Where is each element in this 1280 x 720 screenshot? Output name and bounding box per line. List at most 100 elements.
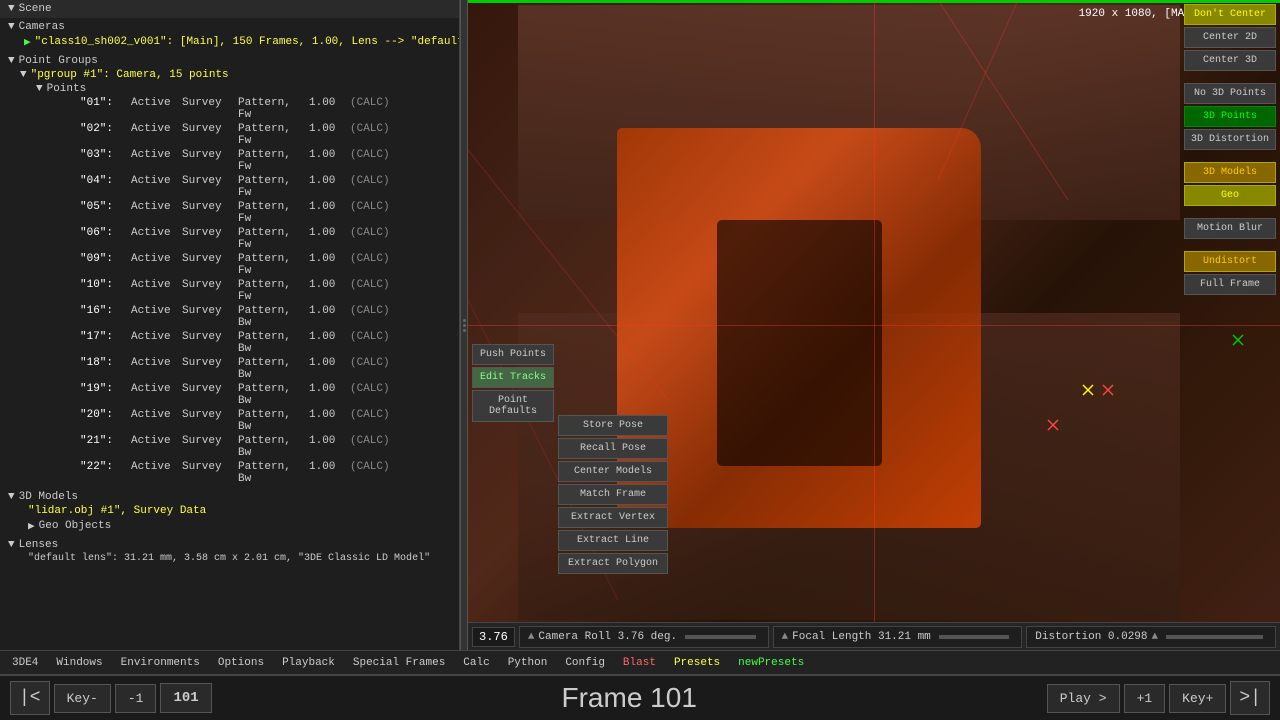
menu-item-calc[interactable]: Calc — [455, 655, 497, 671]
menu-item-blast[interactable]: Blast — [615, 655, 664, 671]
full-frame-button[interactable]: Full Frame — [1184, 274, 1276, 295]
point-row[interactable]: "03": Active Survey Pattern, Fw 1.00 (CA… — [0, 148, 459, 174]
camera-roll-slider[interactable] — [685, 635, 756, 639]
pgroup-arrow: ▼ — [20, 69, 27, 81]
focal-length-slider[interactable] — [939, 635, 1010, 639]
models-3d-section: ▼ 3D Models "lidar.obj #1", Survey Data … — [0, 488, 459, 536]
models-3d-label: 3D Models — [19, 491, 78, 503]
models-3d-group[interactable]: ▼ 3D Models — [0, 490, 459, 504]
distortion-segment[interactable]: Distortion 0.0298 ▲ — [1026, 626, 1276, 648]
lens-entry-text: "default lens": 31.21 mm, 3.58 cm x 2.01… — [28, 553, 430, 564]
geo-objects-entry[interactable]: ▶ Geo Objects — [0, 518, 459, 534]
frame-number-display[interactable]: 101 — [160, 683, 211, 713]
transport-center: Frame 101 — [212, 682, 1047, 714]
scene-collapse-icon[interactable]: ▼ — [8, 3, 15, 15]
menu-item-presets[interactable]: Presets — [666, 655, 728, 671]
menu-bar: 3DE4WindowsEnvironmentsOptionsPlaybackSp… — [0, 650, 1280, 674]
point-row[interactable]: "04": Active Survey Pattern, Fw 1.00 (CA… — [0, 174, 459, 200]
transport-right: Play > +1 Key+ >| — [1047, 681, 1270, 715]
geo-objects-label: Geo Objects — [39, 520, 112, 532]
point-groups-group[interactable]: ▼ Point Groups — [0, 54, 459, 68]
points-group[interactable]: ▼ Points — [0, 82, 459, 96]
right-toolbar: Don't Center Center 2D Center 3D No 3D P… — [1180, 0, 1280, 650]
pgroup-entry-text: "pgroup #1": Camera, 15 points — [31, 69, 229, 81]
panel-divider[interactable] — [460, 0, 468, 650]
recall-pose-button[interactable]: Recall Pose — [558, 438, 668, 459]
push-points-button[interactable]: Push Points — [472, 344, 554, 365]
point-row[interactable]: "18": Active Survey Pattern, Bw 1.00 (CA… — [0, 356, 459, 382]
distortion-label: Distortion 0.0298 — [1035, 631, 1147, 643]
transport-left: |< Key- -1 101 — [10, 681, 212, 715]
prev-key-button[interactable]: Key- — [54, 684, 111, 713]
point-row[interactable]: "05": Active Survey Pattern, Fw 1.00 (CA… — [0, 200, 459, 226]
store-pose-button[interactable]: Store Pose — [558, 415, 668, 436]
extract-vertex-button[interactable]: Extract Vertex — [558, 507, 668, 528]
left-viewport-toolbar: Push Points Edit Tracks Point Defaults — [468, 340, 558, 426]
cameras-label: Cameras — [19, 21, 65, 33]
geo-arrow: ▶ — [28, 519, 35, 533]
lens-entry[interactable]: "default lens": 31.21 mm, 3.58 cm x 2.01… — [0, 552, 459, 565]
next-key-button[interactable]: Key+ — [1169, 684, 1226, 713]
distortion-triangle: ▲ — [1152, 631, 1159, 643]
point-defaults-button[interactable]: Point Defaults — [472, 390, 554, 422]
menu-item-special-frames[interactable]: Special Frames — [345, 655, 453, 671]
point-groups-label: Point Groups — [19, 55, 98, 67]
no-3d-points-button[interactable]: No 3D Points — [1184, 83, 1276, 104]
center-models-button[interactable]: Center Models — [558, 461, 668, 482]
toolbar-spacer-4 — [1184, 241, 1276, 249]
geo-button[interactable]: Geo — [1184, 185, 1276, 206]
3d-distortion-button[interactable]: 3D Distortion — [1184, 129, 1276, 150]
point-row[interactable]: "19": Active Survey Pattern, Bw 1.00 (CA… — [0, 382, 459, 408]
camera-entry[interactable]: ▶ "class10_sh002_v001": [Main], 150 Fram… — [0, 34, 459, 50]
center-2d-button[interactable]: Center 2D — [1184, 27, 1276, 48]
lenses-group[interactable]: ▼ Lenses — [0, 538, 459, 552]
center-3d-button[interactable]: Center 3D — [1184, 50, 1276, 71]
extract-line-button[interactable]: Extract Line — [558, 530, 668, 551]
point-row[interactable]: "01": Active Survey Pattern, Fw 1.00 (CA… — [0, 96, 459, 122]
distortion-slider[interactable] — [1166, 635, 1263, 639]
menu-item-3de4[interactable]: 3DE4 — [4, 655, 46, 671]
cameras-group[interactable]: ▼ Cameras — [0, 20, 459, 34]
toolbar-spacer-3 — [1184, 208, 1276, 216]
point-row[interactable]: "02": Active Survey Pattern, Fw 1.00 (CA… — [0, 122, 459, 148]
point-row[interactable]: "20": Active Survey Pattern, Bw 1.00 (CA… — [0, 408, 459, 434]
point-row[interactable]: "09": Active Survey Pattern, Fw 1.00 (CA… — [0, 252, 459, 278]
models-3d-arrow: ▼ — [8, 491, 15, 503]
prev-frame-button[interactable]: -1 — [115, 684, 157, 713]
point-row[interactable]: "17": Active Survey Pattern, Bw 1.00 (CA… — [0, 330, 459, 356]
camera-roll-triangle: ▲ — [528, 631, 535, 643]
menu-item-playback[interactable]: Playback — [274, 655, 343, 671]
camera-roll-segment[interactable]: ▲ Camera Roll 3.76 deg. — [519, 626, 769, 648]
divider-dot-1 — [463, 319, 466, 322]
point-row[interactable]: "22": Active Survey Pattern, Bw 1.00 (CA… — [0, 460, 459, 486]
extract-polygon-button[interactable]: Extract Polygon — [558, 553, 668, 574]
dont-center-button[interactable]: Don't Center — [1184, 4, 1276, 25]
last-frame-button[interactable]: >| — [1230, 681, 1270, 715]
focal-length-label: Focal Length 31.21 mm — [792, 631, 931, 643]
toolbar-spacer-2 — [1184, 152, 1276, 160]
motion-blur-button[interactable]: Motion Blur — [1184, 218, 1276, 239]
match-frame-button[interactable]: Match Frame — [558, 484, 668, 505]
point-row[interactable]: "21": Active Survey Pattern, Bw 1.00 (CA… — [0, 434, 459, 460]
next-frame-button[interactable]: +1 — [1124, 684, 1166, 713]
point-row[interactable]: "10": Active Survey Pattern, Fw 1.00 (CA… — [0, 278, 459, 304]
point-groups-section: ▼ Point Groups ▼ "pgroup #1": Camera, 15… — [0, 52, 459, 488]
menu-item-config[interactable]: Config — [557, 655, 613, 671]
play-button[interactable]: Play > — [1047, 684, 1120, 713]
model-entry[interactable]: "lidar.obj #1", Survey Data — [0, 504, 459, 518]
3d-models-button[interactable]: 3D Models — [1184, 162, 1276, 183]
menu-item-newpresets[interactable]: newPresets — [730, 655, 812, 671]
menu-item-windows[interactable]: Windows — [48, 655, 110, 671]
first-frame-button[interactable]: |< — [10, 681, 50, 715]
point-row[interactable]: "16": Active Survey Pattern, Bw 1.00 (CA… — [0, 304, 459, 330]
point-row[interactable]: "06": Active Survey Pattern, Fw 1.00 (CA… — [0, 226, 459, 252]
3d-points-button[interactable]: 3D Points — [1184, 106, 1276, 127]
left-panel: ▼ Scene ▼ Cameras ▶ "class10_sh002_v001"… — [0, 0, 460, 650]
menu-item-options[interactable]: Options — [210, 655, 272, 671]
edit-tracks-button[interactable]: Edit Tracks — [472, 367, 554, 388]
undistort-button[interactable]: Undistort — [1184, 251, 1276, 272]
focal-length-segment[interactable]: ▲ Focal Length 31.21 mm — [773, 626, 1023, 648]
pgroup-entry[interactable]: ▼ "pgroup #1": Camera, 15 points — [0, 68, 459, 82]
menu-item-python[interactable]: Python — [500, 655, 556, 671]
menu-item-environments[interactable]: Environments — [113, 655, 208, 671]
